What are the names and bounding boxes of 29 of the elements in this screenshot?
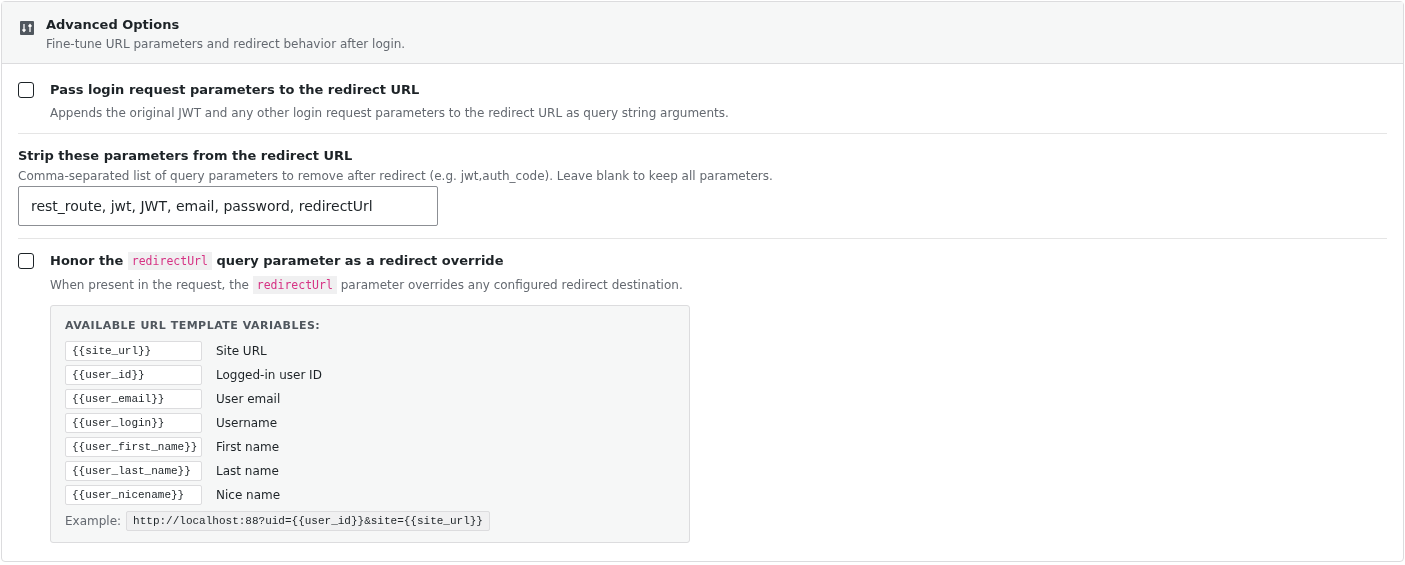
variable-description: User email <box>216 392 282 406</box>
variable-description: Last name <box>216 464 280 478</box>
panel-title: Advanced Options <box>46 16 181 33</box>
variable-description: Nice name <box>216 488 282 502</box>
variable-token: {{user_email}} <box>65 389 202 409</box>
example-url: http://localhost:88?uid={{user_id}}&site={{site_url}} <box>126 511 490 531</box>
variable-token: {{user_nicename}} <box>65 485 202 505</box>
variable-description: Username <box>216 416 279 430</box>
variable-description: Logged-in user ID <box>216 368 323 382</box>
variable-token: {{user_last_name}} <box>65 461 202 481</box>
example-label: Example: <box>65 514 122 528</box>
variable-token: {{user_login}} <box>65 413 202 433</box>
option-description: When present in the request, the redirectUrl parameter overrides any configured redirect destination. <box>50 277 684 293</box>
input-field[interactable]: rest_route, jwt, JWT, email, password, redirectUrl <box>18 186 438 226</box>
field-description: Comma-separated list of query parameters to remove after redirect (e.g. jwt,auth_code). Leave blank to keep all parameters. <box>18 168 774 184</box>
variable-token: {{user_id}} <box>65 365 202 385</box>
sort-icon <box>20 21 34 35</box>
checkbox[interactable] <box>18 82 34 98</box>
panel-subtitle: Fine-tune URL parameters and redirect behavior after login. <box>46 37 406 51</box>
checkbox[interactable] <box>18 253 34 269</box>
option-label: Pass login request parameters to the redirect URL <box>50 81 421 98</box>
variable-token: {{user_first_name}} <box>65 437 202 457</box>
variable-description: First name <box>216 440 281 454</box>
option-description: Appends the original JWT and any other login request parameters to the redirect URL as query string arguments. <box>50 105 729 121</box>
field-label: Strip these parameters from the redirect URL <box>18 147 354 164</box>
option-label: Honor the redirectUrl query parameter as a redirect override <box>50 252 505 270</box>
variable-token: {{site_url}} <box>65 341 202 361</box>
variables-title: AVAILABLE URL TEMPLATE VARIABLES: <box>65 319 322 332</box>
variable-description: Site URL <box>216 344 268 358</box>
